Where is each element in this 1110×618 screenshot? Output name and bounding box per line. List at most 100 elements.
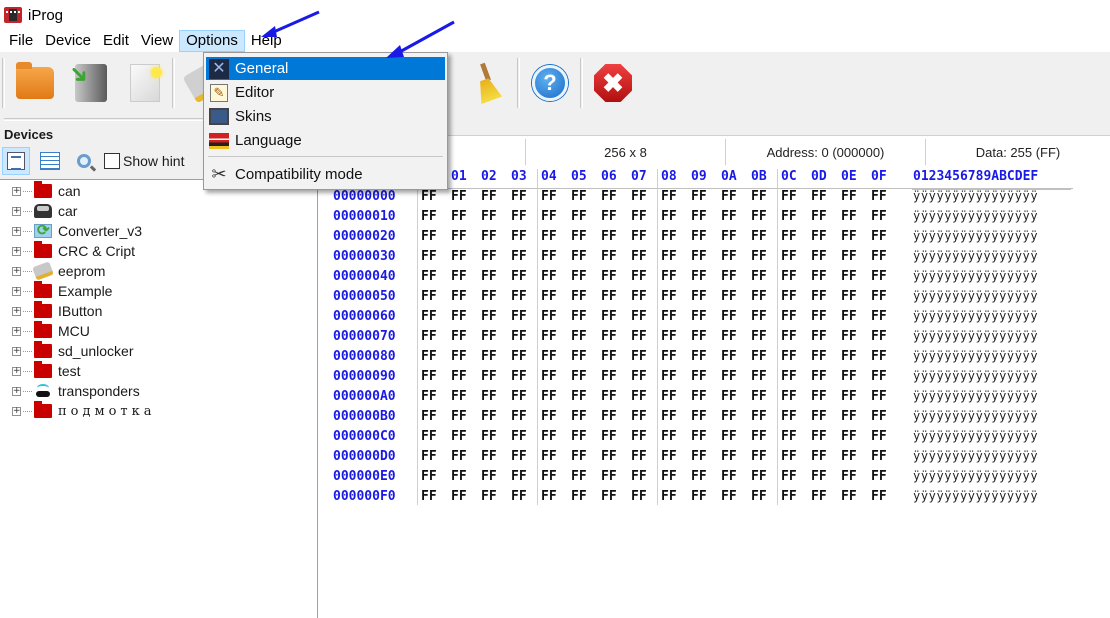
hex-byte[interactable]: FF [661, 389, 677, 404]
hex-byte[interactable]: FF [811, 209, 827, 224]
hex-byte[interactable]: FF [511, 369, 527, 384]
hex-byte[interactable]: FF [781, 469, 797, 484]
row-ascii[interactable]: ÿÿÿÿÿÿÿÿÿÿÿÿÿÿÿÿ [913, 429, 1038, 443]
hex-byte[interactable]: FF [841, 289, 857, 304]
hex-byte[interactable]: FF [811, 469, 827, 484]
hex-byte[interactable]: FF [511, 249, 527, 264]
hex-byte[interactable]: FF [541, 229, 557, 244]
hex-byte[interactable]: FF [421, 189, 437, 204]
hex-byte[interactable]: FF [691, 289, 707, 304]
hex-byte[interactable]: FF [661, 349, 677, 364]
hex-byte[interactable]: FF [601, 329, 617, 344]
hex-byte[interactable]: FF [811, 449, 827, 464]
hex-byte[interactable]: FF [781, 409, 797, 424]
hex-byte[interactable]: FF [811, 249, 827, 264]
tree-item[interactable]: + transponders [12, 381, 140, 401]
hex-byte[interactable]: FF [721, 289, 737, 304]
hex-byte[interactable]: FF [541, 289, 557, 304]
tree-item[interactable]: + IButton [12, 301, 102, 321]
hex-byte[interactable]: FF [661, 369, 677, 384]
hex-byte[interactable]: FF [511, 449, 527, 464]
exit-button[interactable]: ✖ [590, 60, 636, 106]
hex-byte[interactable]: FF [841, 449, 857, 464]
hex-byte[interactable]: FF [421, 469, 437, 484]
menu-file[interactable]: File [3, 30, 39, 52]
hex-byte[interactable]: FF [571, 409, 587, 424]
tree-item[interactable]: + подмотка [12, 401, 156, 421]
hex-byte[interactable]: FF [751, 369, 767, 384]
hex-byte[interactable]: FF [481, 449, 497, 464]
hex-byte[interactable]: FF [871, 289, 887, 304]
hex-byte[interactable]: FF [511, 429, 527, 444]
hex-byte[interactable]: FF [511, 349, 527, 364]
hex-byte[interactable]: FF [751, 229, 767, 244]
hex-byte[interactable]: FF [781, 369, 797, 384]
tree-view-button[interactable] [2, 147, 30, 175]
help-button[interactable]: ? [527, 60, 573, 106]
hex-byte[interactable]: FF [751, 189, 767, 204]
hex-byte[interactable]: FF [751, 469, 767, 484]
hex-byte[interactable]: FF [511, 469, 527, 484]
hex-byte[interactable]: FF [871, 429, 887, 444]
expand-icon[interactable]: + [12, 366, 21, 376]
hex-byte[interactable]: FF [601, 269, 617, 284]
hex-byte[interactable]: FF [481, 389, 497, 404]
hex-byte[interactable]: FF [451, 489, 467, 504]
hex-byte[interactable]: FF [571, 209, 587, 224]
hex-byte[interactable]: FF [541, 249, 557, 264]
row-ascii[interactable]: ÿÿÿÿÿÿÿÿÿÿÿÿÿÿÿÿ [913, 489, 1038, 503]
row-ascii[interactable]: ÿÿÿÿÿÿÿÿÿÿÿÿÿÿÿÿ [913, 269, 1038, 283]
hex-byte[interactable]: FF [541, 369, 557, 384]
hex-byte[interactable]: FF [451, 349, 467, 364]
hex-byte[interactable]: FF [511, 289, 527, 304]
hex-byte[interactable]: FF [481, 249, 497, 264]
hex-byte[interactable]: FF [811, 269, 827, 284]
hex-byte[interactable]: FF [541, 269, 557, 284]
hex-byte[interactable]: FF [631, 309, 647, 324]
hex-byte[interactable]: FF [691, 369, 707, 384]
hex-byte[interactable]: FF [781, 209, 797, 224]
hex-byte[interactable]: FF [691, 429, 707, 444]
hex-byte[interactable]: FF [811, 389, 827, 404]
hex-byte[interactable]: FF [781, 269, 797, 284]
hex-byte[interactable]: FF [871, 389, 887, 404]
hex-byte[interactable]: FF [571, 289, 587, 304]
hex-byte[interactable]: FF [481, 329, 497, 344]
hex-byte[interactable]: FF [661, 489, 677, 504]
hex-byte[interactable]: FF [691, 409, 707, 424]
hex-byte[interactable]: FF [721, 229, 737, 244]
tree-item[interactable]: + Converter_v3 [12, 221, 142, 241]
expand-icon[interactable]: + [12, 246, 21, 256]
row-ascii[interactable]: ÿÿÿÿÿÿÿÿÿÿÿÿÿÿÿÿ [913, 209, 1038, 223]
hex-byte[interactable]: FF [661, 249, 677, 264]
hex-byte[interactable]: FF [871, 269, 887, 284]
hex-byte[interactable]: FF [751, 409, 767, 424]
hex-byte[interactable]: FF [781, 389, 797, 404]
tree-item[interactable]: + MCU [12, 321, 90, 341]
hex-byte[interactable]: FF [481, 489, 497, 504]
hex-byte[interactable]: FF [631, 389, 647, 404]
hex-byte[interactable]: FF [841, 469, 857, 484]
row-ascii[interactable]: ÿÿÿÿÿÿÿÿÿÿÿÿÿÿÿÿ [913, 409, 1038, 423]
hex-byte[interactable]: FF [721, 469, 737, 484]
hex-byte[interactable]: FF [421, 209, 437, 224]
hex-byte[interactable]: FF [871, 189, 887, 204]
hex-byte[interactable]: FF [661, 429, 677, 444]
hex-byte[interactable]: FF [811, 409, 827, 424]
hex-byte[interactable]: FF [811, 329, 827, 344]
hex-byte[interactable]: FF [481, 349, 497, 364]
hex-byte[interactable]: FF [481, 229, 497, 244]
hex-byte[interactable]: FF [451, 449, 467, 464]
hex-byte[interactable]: FF [601, 289, 617, 304]
hex-byte[interactable]: FF [691, 229, 707, 244]
hex-byte[interactable]: FF [451, 269, 467, 284]
hex-byte[interactable]: FF [811, 289, 827, 304]
hex-byte[interactable]: FF [781, 249, 797, 264]
hex-byte[interactable]: FF [631, 349, 647, 364]
hex-byte[interactable]: FF [871, 329, 887, 344]
hex-byte[interactable]: FF [421, 429, 437, 444]
hex-byte[interactable]: FF [841, 249, 857, 264]
hex-byte[interactable]: FF [631, 249, 647, 264]
hex-byte[interactable]: FF [541, 429, 557, 444]
tree-item[interactable]: + CRC & Cript [12, 241, 135, 261]
